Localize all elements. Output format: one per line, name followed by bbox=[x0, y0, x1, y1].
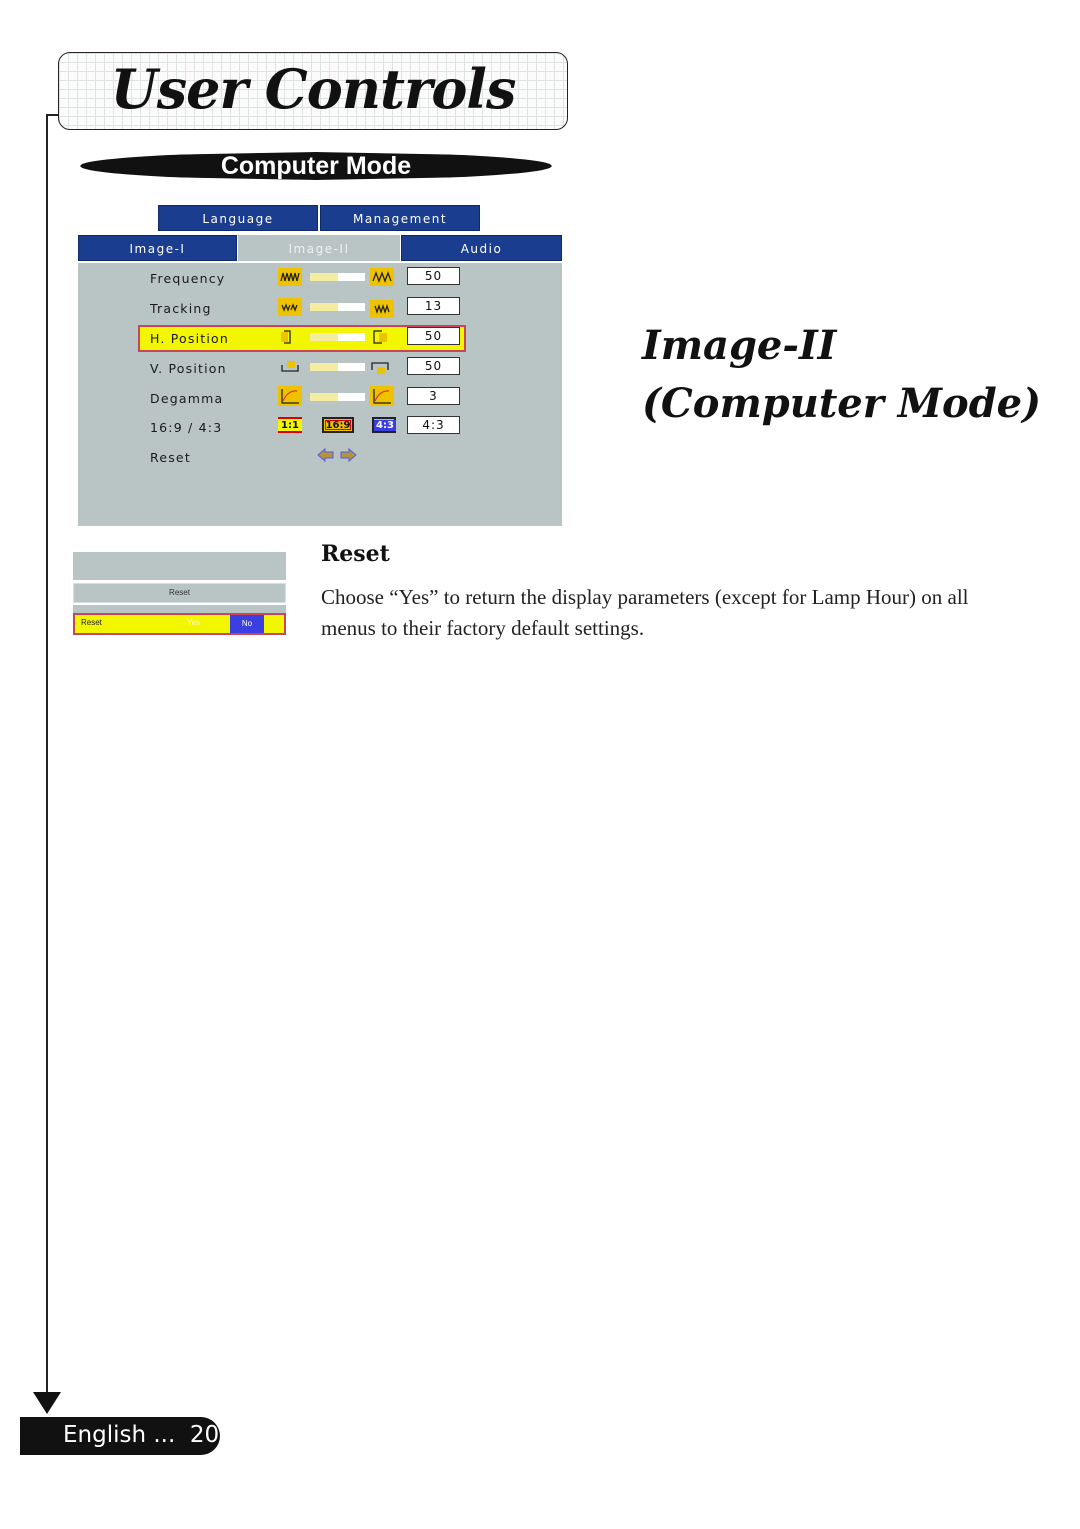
osd-row-degamma[interactable]: Degamma 3 bbox=[78, 386, 562, 412]
tab-image-i[interactable]: Image-I bbox=[78, 235, 237, 261]
degamma-slider[interactable] bbox=[310, 393, 365, 401]
v-position-slider[interactable] bbox=[310, 363, 365, 371]
tab-audio[interactable]: Audio bbox=[401, 235, 562, 261]
degamma-high-icon[interactable] bbox=[370, 386, 394, 406]
degamma-value: 3 bbox=[407, 387, 460, 405]
reset-dialog-header bbox=[73, 552, 286, 580]
tracking-value: 13 bbox=[407, 297, 460, 315]
frequency-high-icon[interactable] bbox=[370, 268, 394, 286]
osd-body: Frequency 50 Tracking 13 H. Position 50 … bbox=[78, 263, 562, 526]
v-position-up-icon[interactable] bbox=[278, 358, 302, 376]
reset-yes-button[interactable]: Yes bbox=[187, 618, 200, 627]
h-position-slider[interactable] bbox=[310, 333, 365, 341]
section-subtitle: (Computer Mode) bbox=[642, 380, 1042, 427]
tab-management[interactable]: Management bbox=[320, 205, 480, 231]
row-label: 16:9 / 4:3 bbox=[150, 420, 223, 435]
h-position-right-icon[interactable] bbox=[368, 328, 392, 346]
osd-row-v-position[interactable]: V. Position 50 bbox=[78, 357, 562, 382]
section-banner-label: Computer Mode bbox=[220, 152, 412, 180]
page-title: User Controls bbox=[110, 57, 517, 121]
reset-heading: Reset bbox=[321, 541, 390, 567]
row-label: H. Position bbox=[150, 331, 229, 346]
osd-row-tracking[interactable]: Tracking 13 bbox=[78, 297, 562, 322]
tracking-high-icon[interactable] bbox=[370, 300, 394, 318]
slider-fill bbox=[310, 333, 338, 341]
osd-row-aspect-ratio[interactable]: 16:9 / 4:3 1:1 16:9 4:3 4:3 bbox=[78, 416, 562, 441]
v-position-value: 50 bbox=[407, 357, 460, 375]
row-label: Degamma bbox=[150, 391, 224, 406]
degamma-low-icon[interactable] bbox=[278, 386, 302, 406]
aspect-4-3-icon[interactable]: 4:3 bbox=[372, 417, 396, 433]
aspect-ratio-value: 4:3 bbox=[407, 416, 460, 434]
row-label: Reset bbox=[150, 450, 191, 465]
osd-row-h-position[interactable]: H. Position 50 bbox=[78, 325, 562, 352]
arrow-down-icon bbox=[33, 1392, 61, 1414]
slider-fill bbox=[310, 303, 338, 311]
v-position-down-icon[interactable] bbox=[368, 358, 392, 376]
tracking-slider[interactable] bbox=[310, 303, 365, 311]
title-box: User Controls bbox=[58, 52, 568, 130]
tracking-low-icon[interactable] bbox=[278, 298, 302, 316]
h-position-value: 50 bbox=[407, 327, 460, 345]
aspect-16-9-icon[interactable]: 16:9 bbox=[322, 417, 354, 433]
osd-menu: Language Management Image-I Image-II Aud… bbox=[78, 205, 562, 526]
frequency-slider[interactable] bbox=[310, 273, 365, 281]
slider-fill bbox=[310, 273, 338, 281]
frequency-low-icon[interactable] bbox=[278, 268, 302, 286]
slider-fill bbox=[310, 393, 338, 401]
reset-dialog-spacer bbox=[73, 605, 286, 613]
footer-page-label: English ... 20 bbox=[63, 1422, 220, 1448]
tab-language[interactable]: Language bbox=[158, 205, 318, 231]
row-label: Frequency bbox=[150, 271, 226, 286]
aspect-1-1-icon[interactable]: 1:1 bbox=[278, 417, 302, 433]
reset-dialog: Reset Reset Yes No bbox=[73, 552, 286, 636]
reset-dialog-row-label: Reset bbox=[81, 618, 102, 627]
osd-row-reset[interactable]: Reset bbox=[78, 447, 562, 471]
aspect-4-3-label: 4:3 bbox=[374, 420, 396, 431]
reset-dialog-title: Reset bbox=[73, 583, 286, 603]
tab-image-ii[interactable]: Image-II bbox=[238, 235, 400, 261]
slider-fill bbox=[310, 363, 338, 371]
page-footer: English ... 20 bbox=[20, 1417, 220, 1455]
row-label: V. Position bbox=[150, 361, 227, 376]
row-label: Tracking bbox=[150, 301, 212, 316]
reset-no-button[interactable]: No bbox=[230, 615, 264, 633]
left-right-arrows-icon[interactable] bbox=[316, 446, 360, 464]
reset-description: Choose “Yes” to return the display param… bbox=[321, 585, 969, 640]
osd-row-frequency[interactable]: Frequency 50 bbox=[78, 267, 562, 292]
section-title: Image-II bbox=[642, 322, 837, 369]
left-guide-line bbox=[46, 114, 48, 1394]
reset-dialog-option-bar: Reset Yes No bbox=[73, 613, 286, 635]
frequency-value: 50 bbox=[407, 267, 460, 285]
h-position-left-icon[interactable] bbox=[278, 328, 302, 346]
